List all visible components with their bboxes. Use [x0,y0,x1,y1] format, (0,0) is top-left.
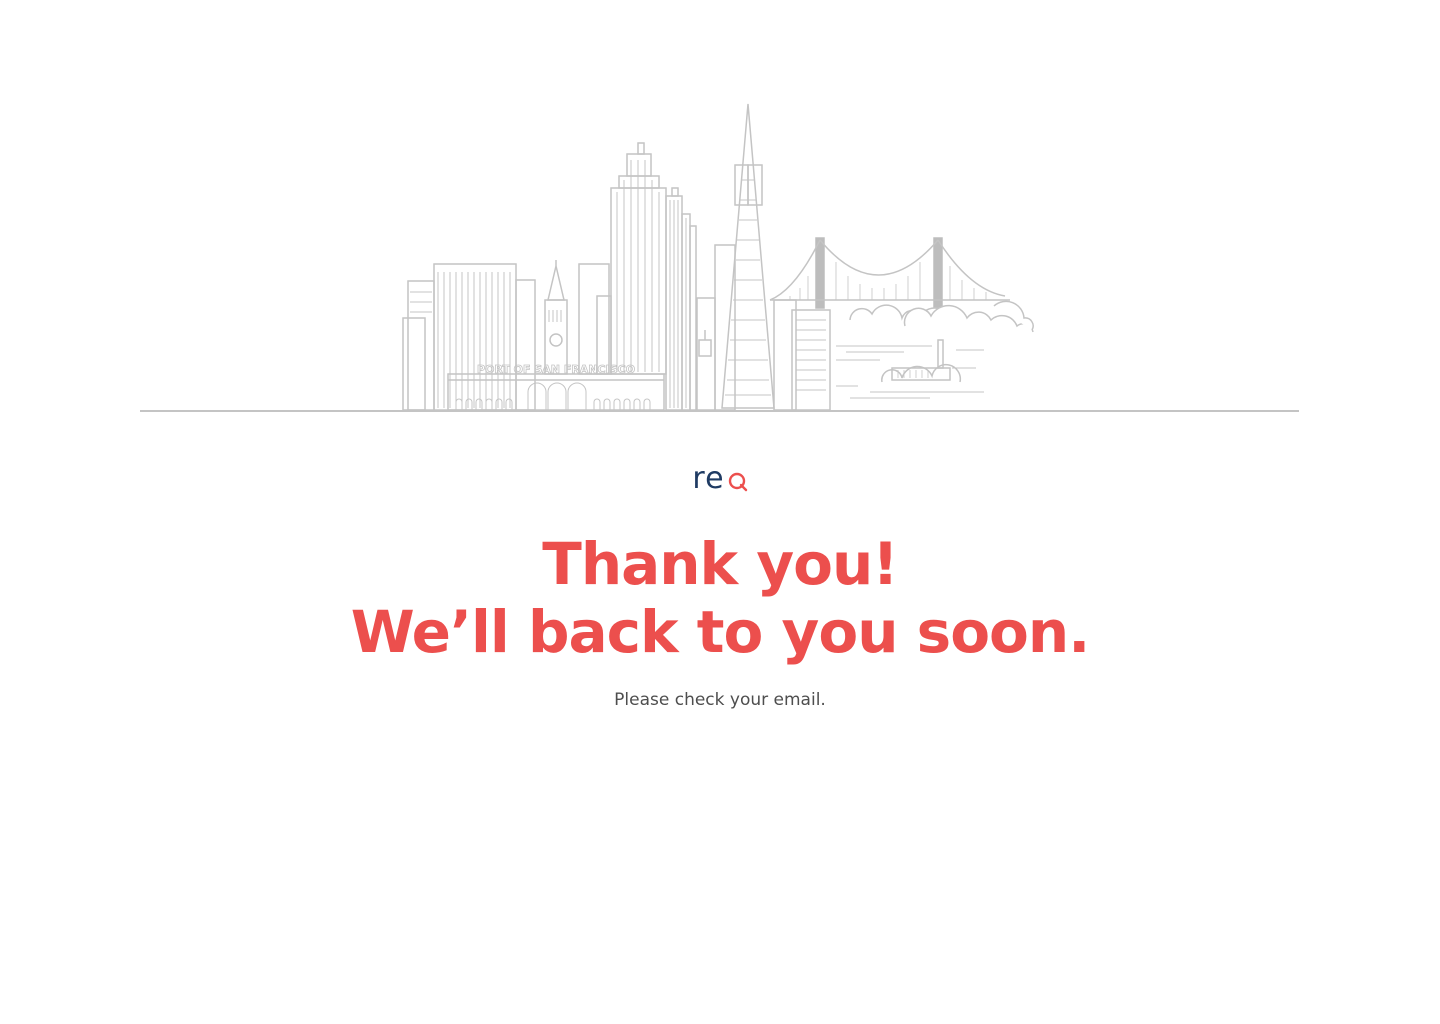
heading-line-2: We’ll back to you soon. [350,598,1090,666]
check-email-text: Please check your email. [614,690,826,710]
heading-line-1: Thank you! [542,530,898,598]
logo-letters: re [692,461,725,496]
brand-logo[interactable]: re [0,462,1440,494]
skyline-illustration: PORT OF SAN FRANCISCO [0,0,1440,420]
logo-q-icon [728,472,747,492]
thank-you-heading: Thank you! We’ll back to you soon. [0,530,1440,666]
